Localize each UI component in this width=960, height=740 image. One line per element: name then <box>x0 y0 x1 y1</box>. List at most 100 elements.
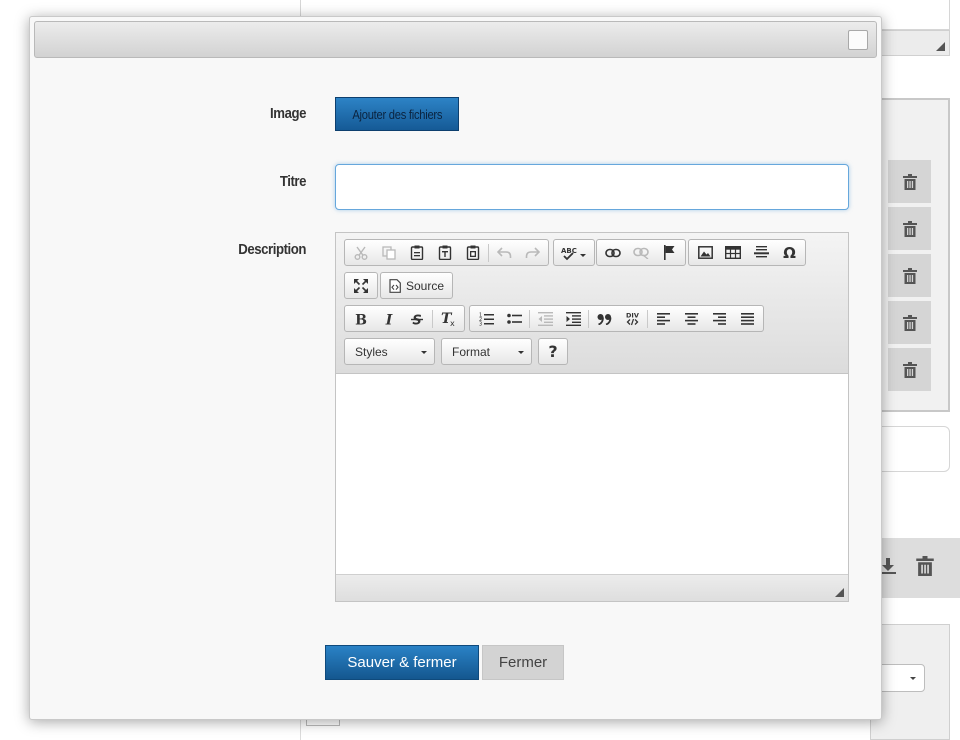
toolbar-separator <box>529 309 530 328</box>
format-combo[interactable]: Format <box>441 338 532 365</box>
anchor-button[interactable] <box>655 241 683 264</box>
div-button[interactable]: DIV <box>618 307 646 330</box>
align-left-button[interactable] <box>649 307 677 330</box>
source-icon <box>389 278 401 293</box>
bulleted-list-icon <box>506 313 522 324</box>
indent-button[interactable] <box>559 307 587 330</box>
svg-text:Ω: Ω <box>783 245 796 260</box>
svg-text:B: B <box>355 312 367 326</box>
trash-icon <box>902 220 917 237</box>
chevron-down-icon <box>910 677 916 680</box>
cut-button[interactable] <box>347 241 375 264</box>
svg-text:I: I <box>385 312 393 326</box>
source-button[interactable]: Source <box>383 274 450 297</box>
editor-content-area[interactable] <box>336 374 848 574</box>
dialog-titlebar[interactable] <box>34 21 877 58</box>
redo-icon <box>525 246 540 258</box>
image-edit-dialog: Image Ajouter des fichiers Titre Descrip… <box>29 16 882 720</box>
spellcheck-button[interactable]: ABC <box>556 241 592 264</box>
italic-button[interactable]: I <box>375 307 403 330</box>
editor-toolbar: ABC Ω Source B I S T x 1 2 3 DIV Styles … <box>336 233 848 374</box>
link-button[interactable] <box>599 241 627 264</box>
cut-icon <box>354 246 368 260</box>
save-and-close-button[interactable]: Sauver & fermer <box>325 645 479 680</box>
maximize-toolbar-group <box>344 272 378 299</box>
trash-icon[interactable] <box>915 556 935 576</box>
styles-combo-label: Styles <box>355 344 388 359</box>
unlink-button[interactable] <box>627 241 655 264</box>
undo-button[interactable] <box>490 241 518 264</box>
justify-button[interactable] <box>733 307 761 330</box>
blockquote-icon <box>597 313 611 325</box>
paragraph-toolbar-group: 123 DIV <box>469 305 764 332</box>
image-label: Image <box>270 105 306 122</box>
svg-text:3: 3 <box>479 321 482 326</box>
background-action-row <box>870 538 960 598</box>
horizontal-rule-button[interactable] <box>747 241 775 264</box>
trash-icon <box>902 361 917 378</box>
basicstyles-toolbar-group: B I S Tx <box>344 305 465 332</box>
outdent-icon <box>537 311 553 326</box>
bold-button[interactable]: B <box>347 307 375 330</box>
delete-button[interactable] <box>888 348 931 391</box>
titre-input[interactable] <box>335 164 849 210</box>
close-button[interactable]: Fermer <box>482 645 564 680</box>
blockquote-button[interactable] <box>590 307 618 330</box>
add-files-button[interactable]: Ajouter des fichiers <box>335 97 459 131</box>
maximize-icon <box>354 278 368 293</box>
delete-button[interactable] <box>888 254 931 297</box>
delete-button[interactable] <box>888 160 931 203</box>
maximize-button[interactable] <box>347 274 375 297</box>
align-left-icon <box>656 312 670 325</box>
paste-icon <box>410 245 424 260</box>
bold-icon: B <box>355 312 367 326</box>
div-icon: DIV <box>626 312 639 326</box>
image-button[interactable] <box>691 241 719 264</box>
delete-button[interactable] <box>888 301 931 344</box>
outdent-button[interactable] <box>531 307 559 330</box>
unlink-icon <box>633 247 649 259</box>
resize-handle-icon[interactable] <box>936 42 945 51</box>
align-right-button[interactable] <box>705 307 733 330</box>
redo-button[interactable] <box>518 241 546 264</box>
dialog-close-button[interactable] <box>848 30 868 50</box>
table-button[interactable] <box>719 241 747 264</box>
toolbar-separator <box>432 309 433 328</box>
copy-button[interactable] <box>375 241 403 264</box>
undo-icon <box>496 246 511 258</box>
add-files-label: Ajouter des fichiers <box>352 106 442 122</box>
bulleted-list-button[interactable] <box>500 307 528 330</box>
table-icon <box>725 246 741 259</box>
indent-icon <box>565 311 581 326</box>
delete-button[interactable] <box>888 207 931 250</box>
help-icon: ? <box>548 342 558 361</box>
spellcheck-icon: ABC <box>561 247 586 260</box>
resize-handle-icon[interactable] <box>835 588 844 597</box>
paste-text-icon <box>438 245 452 260</box>
background-textarea-footer <box>870 30 950 56</box>
help-button[interactable]: ? <box>540 340 566 363</box>
paste-text-button[interactable] <box>431 241 459 264</box>
paste-word-button[interactable] <box>459 241 487 264</box>
special-char-icon: Ω <box>783 245 796 260</box>
chevron-down-icon <box>518 351 524 354</box>
source-label: Source <box>406 278 445 293</box>
format-combo-label: Format <box>452 344 491 359</box>
align-center-button[interactable] <box>677 307 705 330</box>
trash-icon <box>902 314 917 331</box>
toolbar-separator <box>488 243 489 262</box>
remove-format-button[interactable]: Tx <box>434 307 462 330</box>
help-toolbar-group: ? <box>538 338 568 365</box>
paste-button[interactable] <box>403 241 431 264</box>
source-toolbar-group: Source <box>380 272 454 299</box>
align-center-icon <box>684 312 698 325</box>
description-editor: ABC Ω Source B I S T x 1 2 3 DIV Styles … <box>335 232 849 602</box>
insert-toolbar-group: Ω <box>688 239 806 266</box>
links-toolbar-group <box>596 239 686 266</box>
svg-text:DIV: DIV <box>626 312 639 320</box>
numbered-list-button[interactable]: 123 <box>472 307 500 330</box>
strike-button[interactable]: S <box>403 307 431 330</box>
background-input[interactable] <box>870 426 950 472</box>
special-char-button[interactable]: Ω <box>775 241 803 264</box>
styles-combo[interactable]: Styles <box>344 338 435 365</box>
